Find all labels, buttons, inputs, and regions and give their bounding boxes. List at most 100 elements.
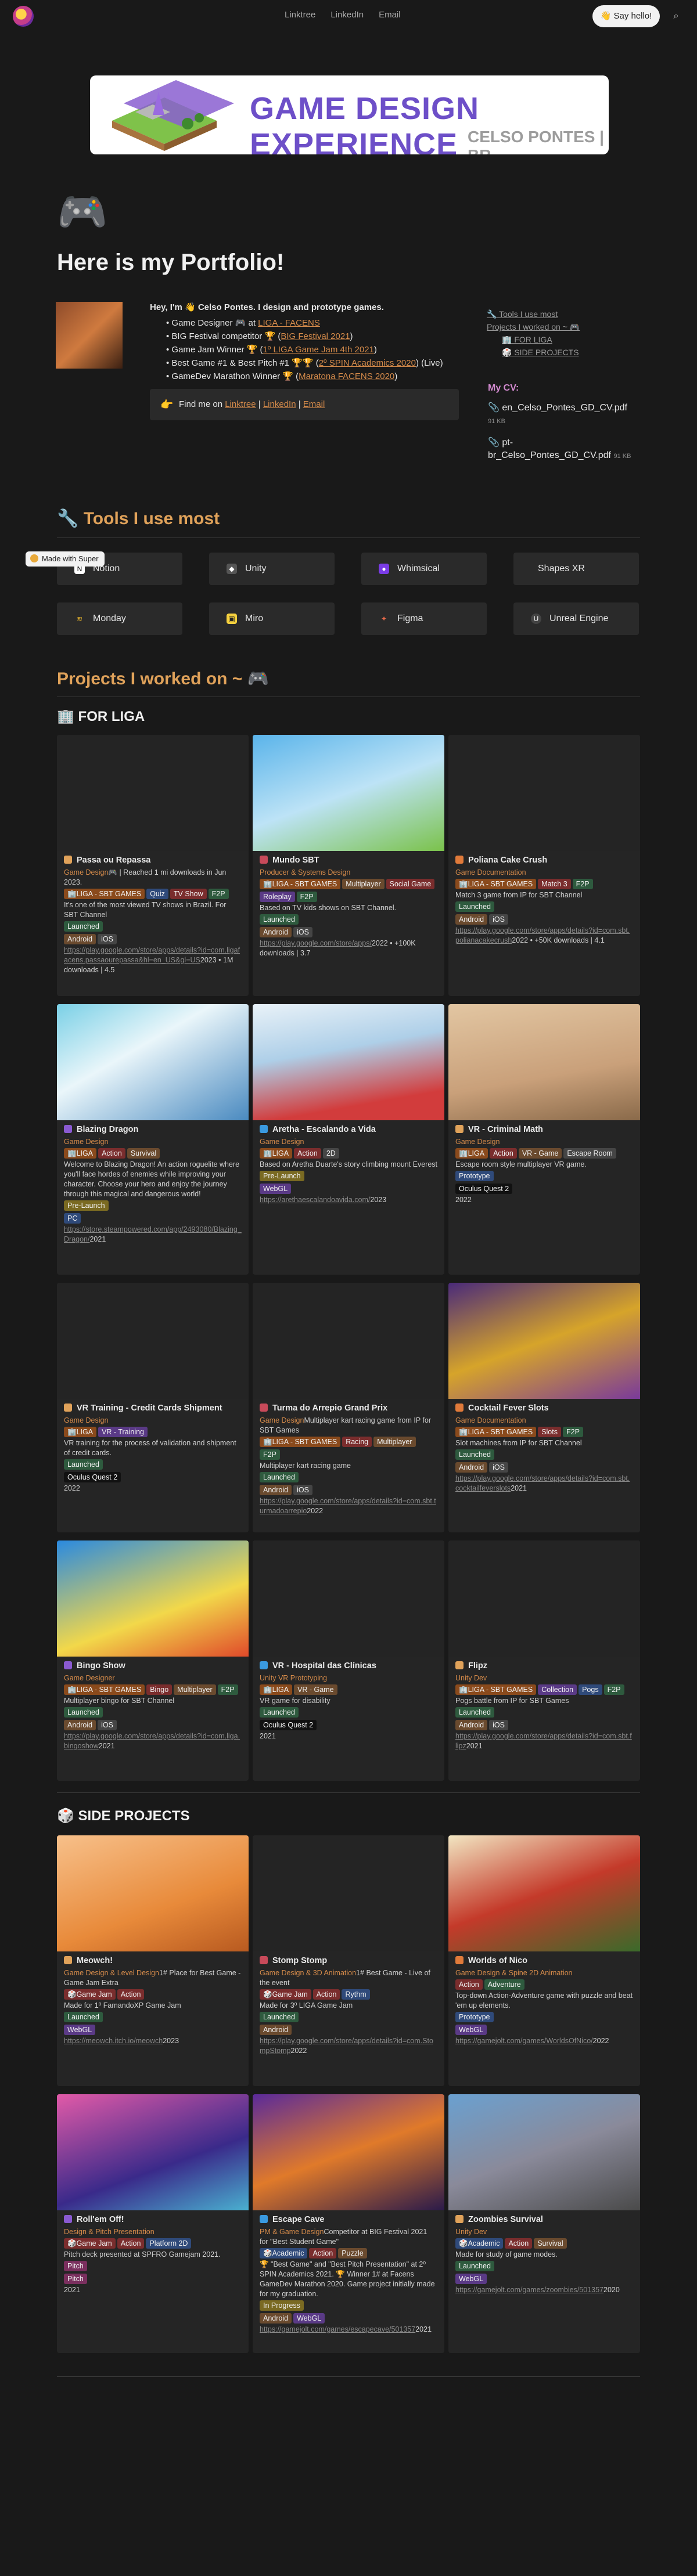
tag: Action <box>505 2238 533 2249</box>
project-card[interactable]: Bingo Show Game Designer 🏢LIGA - SBT GAMES… <box>57 1540 249 1781</box>
intro-block: Hey, I'm 👋 Celso Pontes. I design and pr… <box>150 301 464 383</box>
project-thumbnail <box>448 1283 640 1399</box>
achievement-link[interactable]: LIGA - FACENS <box>258 318 320 328</box>
project-link[interactable]: https://play.google.com/store/apps/detai… <box>455 1474 630 1492</box>
project-title: Bingo Show <box>64 1661 242 1671</box>
project-link[interactable]: https://play.google.com/store/apps/ <box>260 939 372 947</box>
platform-badge: Android <box>260 2025 292 2035</box>
project-role-line: Game Design <box>455 1137 633 1147</box>
nav-link-linktree[interactable]: Linktree <box>285 10 315 20</box>
tool-label: Whimsical <box>397 564 440 573</box>
findme-email-link[interactable]: Email <box>303 399 325 409</box>
project-card[interactable]: VR Training - Credit Cards Shipment Game … <box>57 1283 249 1532</box>
tag-list: Action Adventure <box>455 1978 633 1991</box>
project-link[interactable]: https://play.google.com/store/apps/detai… <box>260 2037 433 2055</box>
tag: F2P <box>562 1427 583 1437</box>
description-text: Multiplayer bingo for SBT Channel <box>64 1697 175 1705</box>
tag: Action <box>309 2248 337 2258</box>
tool-whimsical[interactable]: ● Whimsical <box>361 553 487 585</box>
achievement-link[interactable]: Maratona FACENS 2020 <box>299 371 394 381</box>
tag: F2P <box>208 889 229 899</box>
project-card[interactable]: VR - Hospital das Clínicas Unity VR Proto… <box>253 1540 444 1781</box>
tag: 🏢LIGA <box>260 1684 293 1695</box>
achievement-item: Game Jam Winner 🏆 (1º LIGA Game Jam 4th … <box>166 343 464 356</box>
project-link[interactable]: https://gamejolt.com/games/zoombies/5013… <box>455 2286 603 2294</box>
findme-linkedin-link[interactable]: LinkedIn <box>263 399 296 409</box>
search-icon[interactable]: ⌕ <box>670 10 682 22</box>
project-role: Game Design <box>260 1138 304 1146</box>
achievement-link[interactable]: BIG Festival 2021 <box>281 331 350 341</box>
platform-badge: WebGL <box>455 2025 487 2035</box>
achievement-link[interactable]: 1º LIGA Game Jam 4th 2021 <box>263 345 373 355</box>
tool-monday[interactable]: ≋ Monday <box>57 602 182 635</box>
platform-row: Android iOS <box>64 1719 242 1731</box>
tool-figma[interactable]: ✦ Figma <box>361 602 487 635</box>
project-description: Based on TV kids shows on SBT Channel. <box>260 903 437 913</box>
tag-list: 🎲Game Jam Action <box>64 1988 242 2001</box>
project-card[interactable]: Blazing Dragon Game Design 🏢LIGA Action Surv… <box>57 1004 249 1275</box>
toc-item-projects[interactable]: Projects I worked on ~ 🎮 <box>487 320 580 333</box>
tool-label: Unreal Engine <box>549 614 609 623</box>
project-card[interactable]: Escape Cave PM & Game DesignCompetitor at… <box>253 2094 444 2353</box>
tag: Platform 2D <box>146 2238 192 2249</box>
tool-unreal[interactable]: U Unreal Engine <box>513 602 639 635</box>
tool-miro[interactable]: ▣ Miro <box>209 602 335 635</box>
tag: 🏢LIGA - SBT GAMES <box>455 879 537 889</box>
project-link[interactable]: https://gamejolt.com/games/WorldsOfNico/ <box>455 2037 593 2045</box>
status-badge: Pre-Launch <box>64 1200 109 1211</box>
project-card[interactable]: Roll'em Off! Design & Pitch Presentation 🎲… <box>57 2094 249 2353</box>
project-card[interactable]: Passa ou Repassa Game Design🎮 | Reached 1… <box>57 735 249 996</box>
findme-linktree-link[interactable]: Linktree <box>225 399 256 409</box>
project-card[interactable]: Meowch! Game Design & Level Design1# Plac… <box>57 1835 249 2086</box>
status-row: Launched <box>64 920 242 933</box>
project-url-line: https://play.google.com/store/apps/detai… <box>455 926 633 946</box>
project-card[interactable]: Poliana Cake Crush Game Documentation 🏢LIG… <box>448 735 640 996</box>
tool-unity[interactable]: ◆ Unity <box>209 553 335 585</box>
project-link[interactable]: https://play.google.com/store/apps/detai… <box>64 1732 240 1750</box>
project-card[interactable]: Aretha - Escalando a Vida Game Design 🏢LIG… <box>253 1004 444 1275</box>
achievement-link[interactable]: 2º SPIN Academics 2020 <box>319 358 416 368</box>
project-card[interactable]: Cocktail Fever Slots Game Documentation 🏢L… <box>448 1283 640 1532</box>
project-role: Game Design <box>64 1416 109 1424</box>
project-link[interactable]: https://arethaescalandoavida.com/ <box>260 1196 370 1204</box>
achievement-text: ) (Live) <box>415 358 443 368</box>
site-logo[interactable] <box>13 6 34 27</box>
project-card[interactable]: Stomp Stomp Game Design & 3D Animation1# … <box>253 1835 444 2086</box>
status-badge: Prototype <box>455 2012 494 2022</box>
platform-badge: Pitch <box>64 2274 87 2284</box>
tool-shapesxr[interactable]: Shapes XR <box>513 553 639 585</box>
status-row: Pitch <box>64 2260 242 2272</box>
toc-item-liga[interactable]: 🏢 FOR LIGA <box>502 333 580 346</box>
cv-file-pt[interactable]: 📎 pt-br_Celso_Pontes_GD_CV.pdf 91 KB <box>488 436 633 463</box>
made-with-super-badge[interactable]: Made with Super <box>26 551 105 567</box>
project-link[interactable]: https://gamejolt.com/games/escapecave/50… <box>260 2325 415 2333</box>
project-link[interactable]: https://meowch.itch.io/meowch <box>64 2037 163 2045</box>
status-row: Launched <box>455 1706 633 1719</box>
platform-badge: Android <box>64 934 96 944</box>
project-role-line: Game Design <box>260 1137 437 1147</box>
nav-link-email[interactable]: Email <box>379 10 401 20</box>
project-card[interactable]: Turma do Arrepio Grand Prix Game DesignMu… <box>253 1283 444 1532</box>
nav-link-linkedin[interactable]: LinkedIn <box>330 10 364 20</box>
status-badge: Launched <box>455 1707 494 1718</box>
pointing-hand-icon: 👉 <box>160 399 174 410</box>
status-row: Pre-Launch <box>64 1199 242 1212</box>
project-url-line: 2021 <box>260 1731 437 1741</box>
tag: Survival <box>127 1148 160 1159</box>
project-card[interactable]: Zoombies Survival Unity Dev 🎲Academic Actio… <box>448 2094 640 2353</box>
tag-list: 🎲Game Jam Action Platform 2D <box>64 2237 242 2250</box>
project-card[interactable]: Worlds of Nico Game Design & Spine 2D Ani… <box>448 1835 640 2086</box>
toc-item-tools[interactable]: 🔧 Tools I use most <box>487 308 580 320</box>
tag: 🏢LIGA - SBT GAMES <box>455 1684 537 1695</box>
project-link[interactable]: https://play.google.com/store/apps/detai… <box>260 1497 436 1515</box>
intro-greeting: Hey, I'm 👋 Celso Pontes. I design and pr… <box>150 302 384 312</box>
project-card[interactable]: Flipz Unity Dev 🏢LIGA - SBT GAMES Collectio… <box>448 1540 640 1781</box>
project-meta: 2022 <box>64 1484 80 1492</box>
project-thumbnail <box>448 2094 640 2210</box>
project-url-line: https://meowch.itch.io/meowch2023 <box>64 2036 242 2046</box>
project-card[interactable]: Mundo SBT Producer & Systems Design 🏢LIGA … <box>253 735 444 996</box>
cv-file-en[interactable]: 📎 en_Celso_Pontes_GD_CV.pdf 91 KB <box>488 402 633 428</box>
toc-item-side[interactable]: 🎲 SIDE PROJECTS <box>502 346 580 359</box>
project-card[interactable]: VR - Criminal Math Game Design 🏢LIGA Action… <box>448 1004 640 1275</box>
say-hello-button[interactable]: 👋 Say hello! <box>592 5 660 27</box>
